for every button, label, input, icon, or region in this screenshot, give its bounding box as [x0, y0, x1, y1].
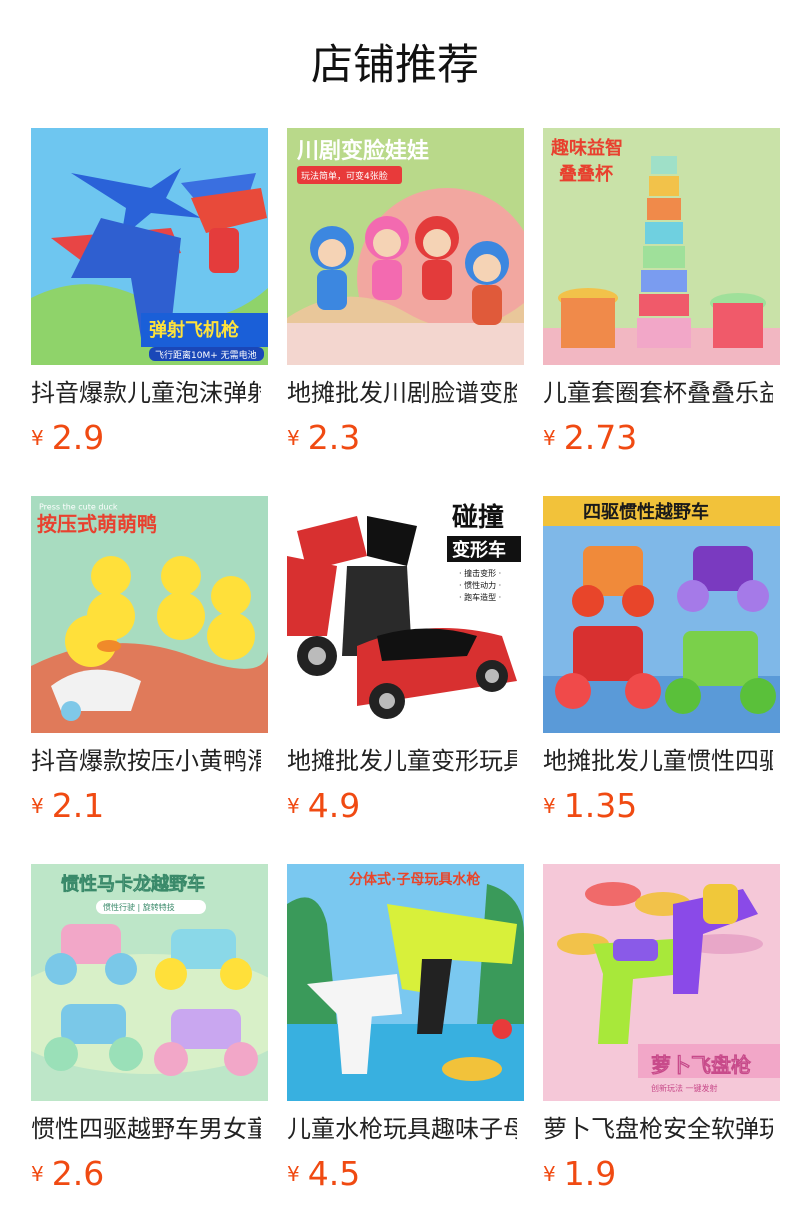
product-banner: 趣味益智 — [550, 137, 623, 159]
currency-symbol: ¥ — [543, 1161, 556, 1186]
currency-symbol: ¥ — [287, 793, 300, 818]
svg-text:· 跑车造型 ·: · 跑车造型 · — [459, 592, 501, 602]
price-value: 4.5 — [307, 1154, 361, 1193]
price-value: 2.3 — [307, 418, 361, 457]
product-name[interactable]: 惯性四驱越野车男女童玩具 — [31, 1112, 261, 1146]
product-banner-sub: Press the cute duck — [39, 503, 118, 512]
currency-symbol: ¥ — [31, 1161, 44, 1186]
product-banner: 分体式·子母玩具水枪 — [349, 871, 480, 888]
price-value: 4.9 — [307, 786, 361, 825]
product-banner-sub: 飞行距离10M+ 无需电池 — [155, 349, 257, 361]
product-banner-sub: 变形车 — [452, 539, 506, 561]
price-value: 1.35 — [563, 786, 638, 825]
product-banner: 四驱惯性越野车 — [583, 501, 709, 523]
product-banner: 弹射飞机枪 — [149, 319, 239, 341]
product-banner: 按压式萌萌鸭 — [37, 512, 157, 536]
product-name[interactable]: 地摊批发儿童惯性四驱越野车 — [543, 744, 773, 778]
product-banner-sub: 叠叠杯 — [559, 163, 614, 185]
product-price: ¥1.9 — [543, 1154, 616, 1193]
product-banner: 碰撞 — [452, 503, 504, 533]
product-banner-sub: 玩法简单，可变4张脸 — [301, 170, 388, 182]
product-banner: 川剧变脸娃娃 — [296, 138, 429, 164]
currency-symbol: ¥ — [287, 1161, 300, 1186]
product-name[interactable]: 萝卜飞盘枪安全软弹玩具 — [543, 1112, 773, 1146]
product-image[interactable]: 惯性马卡龙越野车 惯性行驶 | 旋转特技 — [31, 864, 268, 1101]
price-value: 2.6 — [51, 1154, 105, 1193]
product-image[interactable]: 弹射飞机枪 飞行距离10M+ 无需电池 — [31, 128, 268, 365]
svg-text:· 惯性动力 ·: · 惯性动力 · — [459, 580, 501, 590]
product-banner-sub: 创新玩法 一键发射 — [651, 1083, 718, 1093]
product-price: ¥2.6 — [31, 1154, 104, 1193]
price-value: 2.9 — [51, 418, 105, 457]
product-price: ¥2.73 — [543, 418, 637, 457]
product-image[interactable]: 萝卜飞盘枪 创新玩法 一键发射 — [543, 864, 780, 1101]
product-image[interactable]: 趣味益智 叠叠杯 — [543, 128, 780, 365]
product-price: ¥4.5 — [287, 1154, 360, 1193]
currency-symbol: ¥ — [543, 425, 556, 450]
currency-symbol: ¥ — [31, 793, 44, 818]
product-name[interactable]: 地摊批发儿童变形玩具车 — [287, 744, 517, 778]
product-name[interactable]: 地摊批发川剧脸谱变脸娃娃 — [287, 376, 517, 410]
product-image[interactable]: Press the cute duck 按压式萌萌鸭 — [31, 496, 268, 733]
price-value: 2.73 — [563, 418, 638, 457]
price-value: 2.1 — [51, 786, 105, 825]
currency-symbol: ¥ — [543, 793, 556, 818]
currency-symbol: ¥ — [287, 425, 300, 450]
product-name[interactable]: 抖音爆款儿童泡沫弹射飞机枪 — [31, 376, 261, 410]
product-banner: 萝卜飞盘枪 — [651, 1053, 751, 1077]
product-name[interactable]: 儿童水枪玩具趣味子母水枪 — [287, 1112, 517, 1146]
product-price: ¥2.1 — [31, 786, 104, 825]
product-image[interactable]: 川剧变脸娃娃 玩法简单，可变4张脸 — [287, 128, 524, 365]
svg-text:· 撞击变形 ·: · 撞击变形 · — [459, 568, 501, 578]
product-image[interactable]: 碰撞 变形车 · 撞击变形 · · 惯性动力 · · 跑车造型 · — [287, 496, 524, 733]
product-price: ¥4.9 — [287, 786, 360, 825]
page-title: 店铺推荐 — [310, 40, 479, 89]
currency-symbol: ¥ — [31, 425, 44, 450]
product-price: ¥2.3 — [287, 418, 360, 457]
product-banner-sub: 惯性行驶 | 旋转特技 — [103, 902, 175, 912]
product-name[interactable]: 儿童套圈套杯叠叠乐益智玩具 — [543, 376, 773, 410]
price-value: 1.9 — [563, 1154, 617, 1193]
product-image[interactable]: 分体式·子母玩具水枪 — [287, 864, 524, 1101]
product-banner: 惯性马卡龙越野车 — [61, 873, 205, 895]
product-price: ¥2.9 — [31, 418, 104, 457]
product-price: ¥1.35 — [543, 786, 637, 825]
product-name[interactable]: 抖音爆款按压小黄鸭滑行车 — [31, 744, 261, 778]
product-image[interactable]: 四驱惯性越野车 — [543, 496, 780, 733]
